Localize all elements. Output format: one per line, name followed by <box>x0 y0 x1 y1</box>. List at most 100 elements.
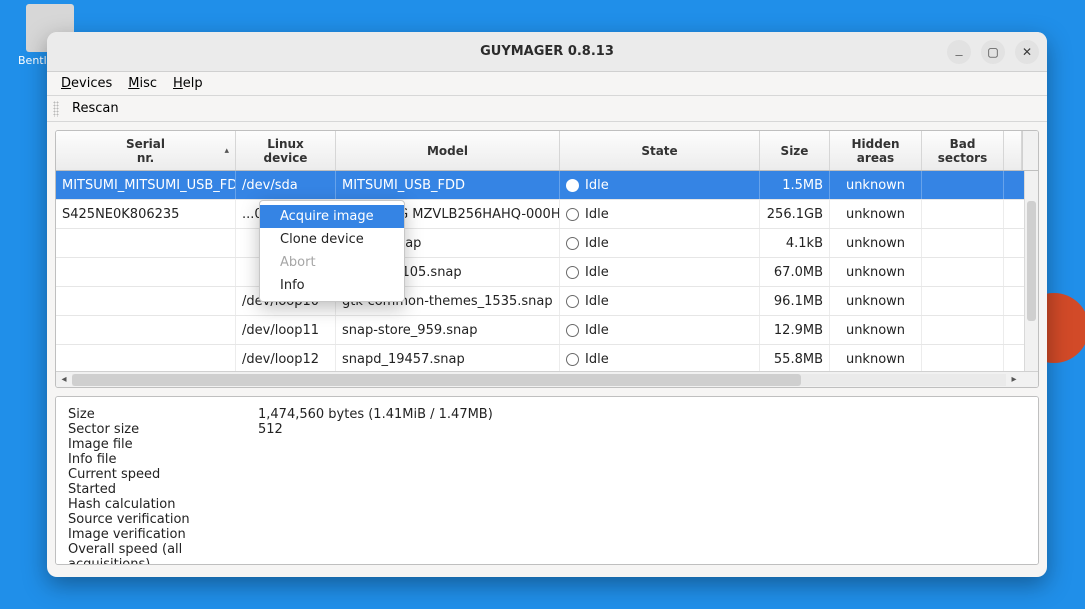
info-label-started: Started <box>68 482 258 497</box>
cell-serial: MITSUMI_MITSUMI_USB_FDD <box>56 171 236 199</box>
cell-hidden: unknown <box>830 287 922 315</box>
cell-bad <box>922 316 1004 344</box>
content-area: Serial nr. Linux device Model State Size… <box>47 122 1047 577</box>
cell-hidden: unknown <box>830 258 922 286</box>
info-label-hash: Hash calculation <box>68 497 258 512</box>
cell-serial <box>56 258 236 286</box>
horizontal-scrollbar[interactable]: ◂ ▸ <box>56 371 1038 387</box>
cell-bad <box>922 171 1004 199</box>
table-row[interactable]: MITSUMI_MITSUMI_USB_FDD/dev/sdaMITSUMI_U… <box>56 171 1038 200</box>
cell-model: snap-store_959.snap <box>336 316 560 344</box>
state-indicator-icon <box>566 237 579 250</box>
close-button[interactable]: ✕ <box>1015 40 1039 64</box>
context-menu: Acquire image Clone device Abort Info <box>259 200 405 302</box>
cell-bad <box>922 345 1004 371</box>
cell-serial <box>56 345 236 371</box>
cell-size: 1.5MB <box>760 171 830 199</box>
minimize-icon: ﹘ <box>953 44 965 61</box>
window-title: GUYMAGER 0.8.13 <box>480 44 614 59</box>
col-header-serial[interactable]: Serial nr. <box>56 131 236 170</box>
table-row[interactable]: S425NE0K806235...0n1SAMSUNG MZVLB256HAHQ… <box>56 200 1038 229</box>
state-indicator-icon <box>566 208 579 221</box>
cell-bad <box>922 287 1004 315</box>
state-indicator-icon <box>566 266 579 279</box>
cell-model: MITSUMI_USB_FDD <box>336 171 560 199</box>
cell-hidden: unknown <box>830 229 922 257</box>
cell-size: 96.1MB <box>760 287 830 315</box>
col-header-state[interactable]: State <box>560 131 760 170</box>
cell-state: Idle <box>560 229 760 257</box>
maximize-icon: ▢ <box>987 45 998 59</box>
hscroll-track[interactable] <box>72 374 1006 386</box>
cell-linux: /dev/sda <box>236 171 336 199</box>
info-panel: Size1,474,560 bytes (1.41MiB / 1.47MB) S… <box>55 396 1039 565</box>
ctx-info[interactable]: Info <box>260 274 404 297</box>
info-label-speed: Current speed <box>68 467 258 482</box>
info-label-overall: Overall speed (all acquisitions) <box>68 542 258 565</box>
table-row[interactable]: /dev/loop11snap-store_959.snapIdle12.9MB… <box>56 316 1038 345</box>
device-table: Serial nr. Linux device Model State Size… <box>55 130 1039 388</box>
cell-state-text: Idle <box>585 352 609 367</box>
col-header-spacer <box>1004 131 1022 170</box>
window-controls: ﹘ ▢ ✕ <box>947 40 1039 64</box>
cell-linux: /dev/loop11 <box>236 316 336 344</box>
cell-hidden: unknown <box>830 200 922 228</box>
cell-state-text: Idle <box>585 236 609 251</box>
ctx-clone-device[interactable]: Clone device <box>260 228 404 251</box>
close-icon: ✕ <box>1022 45 1032 59</box>
table-row[interactable]: /dev/loop10gtk-common-themes_1535.snapId… <box>56 287 1038 316</box>
maximize-button[interactable]: ▢ <box>981 40 1005 64</box>
cell-hidden: unknown <box>830 345 922 371</box>
col-header-size[interactable]: Size <box>760 131 830 170</box>
ctx-abort: Abort <box>260 251 404 274</box>
toolbar-grip[interactable] <box>53 101 59 117</box>
info-value-size: 1,474,560 bytes (1.41MiB / 1.47MB) <box>258 407 493 422</box>
hscroll-right-icon[interactable]: ▸ <box>1006 372 1022 388</box>
table-body: MITSUMI_MITSUMI_USB_FDD/dev/sdaMITSUMI_U… <box>56 171 1038 371</box>
info-label-size: Size <box>68 407 258 422</box>
menu-devices[interactable]: Devices <box>55 74 118 93</box>
col-header-linux[interactable]: Linux device <box>236 131 336 170</box>
cell-size: 67.0MB <box>760 258 830 286</box>
cell-state: Idle <box>560 287 760 315</box>
table-row[interactable]: core20_2105.snapIdle67.0MBunknown <box>56 258 1038 287</box>
cell-state-text: Idle <box>585 294 609 309</box>
cell-bad <box>922 229 1004 257</box>
state-indicator-icon <box>566 324 579 337</box>
state-indicator-icon <box>566 179 579 192</box>
cell-state: Idle <box>560 345 760 371</box>
hscroll-thumb[interactable] <box>72 374 801 386</box>
cell-linux: /dev/loop12 <box>236 345 336 371</box>
cell-state-text: Idle <box>585 265 609 280</box>
info-label-infofile: Info file <box>68 452 258 467</box>
cell-state: Idle <box>560 316 760 344</box>
cell-state-text: Idle <box>585 178 609 193</box>
col-header-bad[interactable]: Bad sectors <box>922 131 1004 170</box>
menu-help[interactable]: Help <box>167 74 209 93</box>
cell-bad <box>922 200 1004 228</box>
rescan-button[interactable]: Rescan <box>65 98 126 119</box>
hscroll-left-icon[interactable]: ◂ <box>56 372 72 388</box>
table-row[interactable]: /dev/loop12snapd_19457.snapIdle55.8MBunk… <box>56 345 1038 371</box>
table-row[interactable]: bare_5.snapIdle4.1kBunknown <box>56 229 1038 258</box>
vertical-scrollbar[interactable] <box>1024 171 1038 371</box>
col-header-model[interactable]: Model <box>336 131 560 170</box>
cell-state: Idle <box>560 171 760 199</box>
state-indicator-icon <box>566 353 579 366</box>
cell-size: 12.9MB <box>760 316 830 344</box>
cell-serial: S425NE0K806235 <box>56 200 236 228</box>
col-header-hidden[interactable]: Hidden areas <box>830 131 922 170</box>
info-label-srcver: Source verification <box>68 512 258 527</box>
info-label-sector: Sector size <box>68 422 258 437</box>
minimize-button[interactable]: ﹘ <box>947 40 971 64</box>
cell-serial <box>56 287 236 315</box>
vertical-scrollbar-thumb[interactable] <box>1027 201 1036 321</box>
info-value-sector: 512 <box>258 422 283 437</box>
cell-serial <box>56 316 236 344</box>
ctx-acquire-image[interactable]: Acquire image <box>260 205 404 228</box>
menu-misc[interactable]: Misc <box>122 74 163 93</box>
titlebar[interactable]: GUYMAGER 0.8.13 ﹘ ▢ ✕ <box>47 32 1047 72</box>
cell-model: snapd_19457.snap <box>336 345 560 371</box>
vscroll-header-spacer <box>1022 131 1038 170</box>
cell-state-text: Idle <box>585 207 609 222</box>
